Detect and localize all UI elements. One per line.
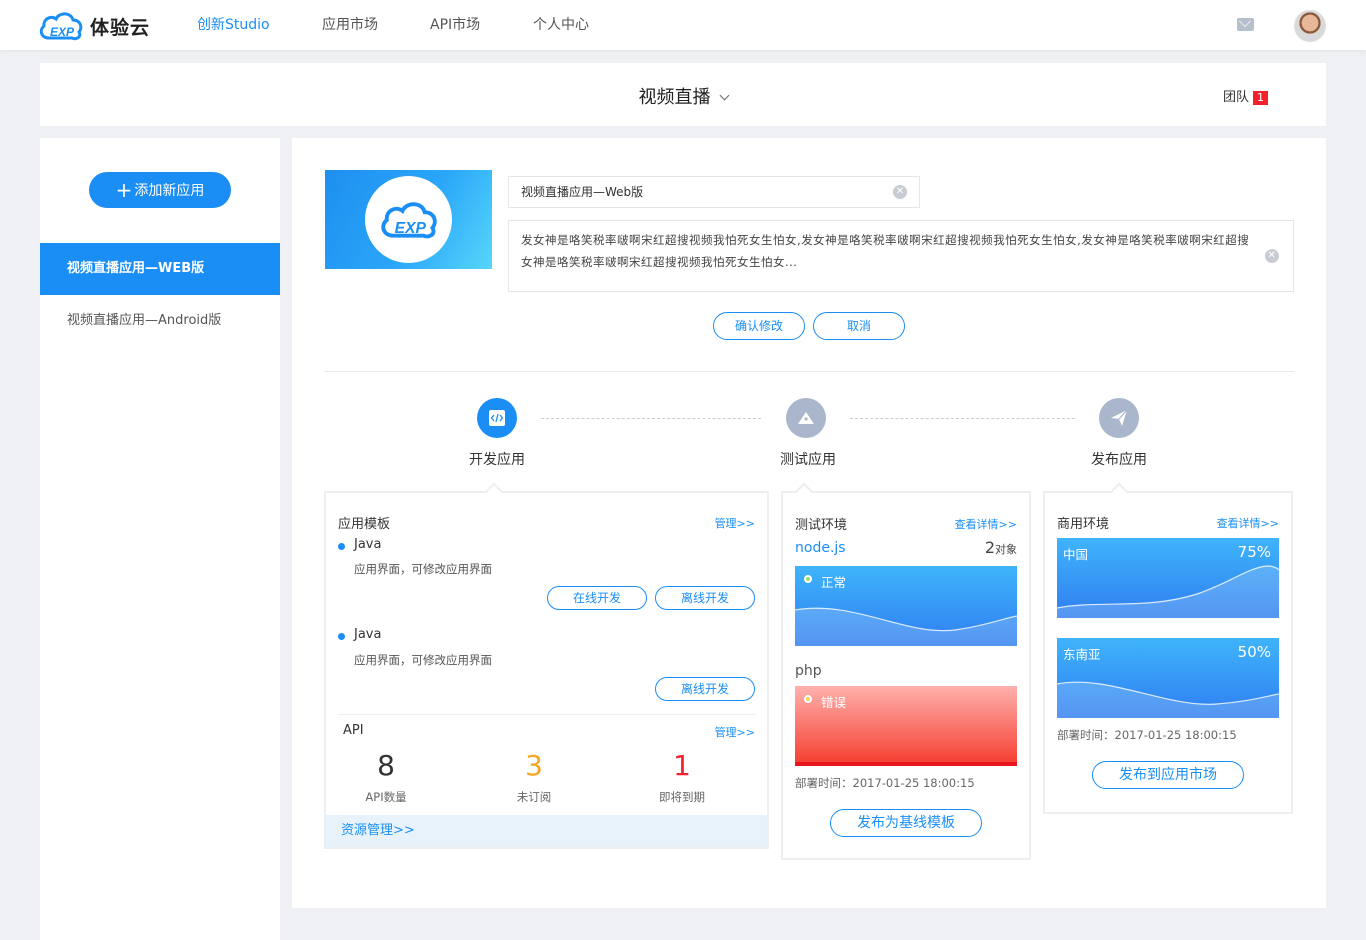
template-lang: Java [354,627,382,642]
object-count-value: 2 [984,538,995,557]
api-count: 8 [377,749,395,782]
step-connector [850,418,1075,419]
test-details-link[interactable]: 查看详情>> [955,516,1017,532]
avatar[interactable] [1294,10,1326,42]
mail-icon[interactable] [1237,18,1254,31]
status-ok-icon [804,575,812,583]
online-dev-button[interactable]: 在线开发 [547,586,647,610]
template-desc: 应用界面，可修改应用界面 [354,653,492,667]
unsubscribed-label: 未订阅 [516,790,552,804]
brand-name: 体验云 [90,16,151,39]
nav-studio[interactable]: 创新Studio [197,0,270,50]
bullet-dot [338,633,345,640]
svg-text:EXP: EXP [50,25,75,39]
divider [338,714,756,715]
develop-card: 应用模板 管理>> Java 应用界面，可修改应用界面 在线开发 离线开发 Ja… [324,482,769,849]
region-percent: 50% [1237,643,1271,661]
status-error-label: 错误 [821,695,847,710]
project-selector[interactable]: 视频直播 [40,83,1326,109]
step-publish[interactable]: 发布应用 [1069,449,1169,469]
brand-logo[interactable]: EXP 体验云 [38,10,150,42]
region-card-sea[interactable]: 东南亚 50% [1057,638,1279,718]
unsubscribed-count: 3 [525,749,543,782]
add-app-button[interactable]: + 添加新应用 [89,172,231,208]
env-name[interactable]: node.js [795,540,846,556]
prod-env-title: 商用环境 [1057,517,1110,532]
clear-icon[interactable]: ✕ [893,185,907,199]
test-env-title: 测试环境 [795,518,848,533]
api-count-label: API数量 [365,790,407,804]
nav-api-market[interactable]: API市场 [430,0,480,50]
prod-card: 商用环境 查看详情>> 中国 75% 东南亚 50% 部署时间：2017-01-… [1043,482,1293,814]
api-manage-link[interactable]: 管理>> [715,724,755,740]
php-label[interactable]: php [795,663,822,679]
step-develop[interactable]: 开发应用 [447,449,547,469]
region-name: 东南亚 [1063,647,1101,662]
test-card: 测试环境 查看详情>> node.js 2对象 正常 php 错误 部署时间：2… [781,482,1031,860]
offline-dev-button[interactable]: 离线开发 [655,677,755,701]
add-app-label: 添加新应用 [134,183,205,199]
nav-personal-center[interactable]: 个人中心 [533,0,589,50]
test-deploy-time: 部署时间：2017-01-25 18:00:15 [795,776,975,790]
template-desc: 应用界面，可修改应用界面 [354,562,492,576]
publish-market-button[interactable]: 发布到应用市场 [1092,761,1244,789]
chevron-down-icon [719,90,729,101]
status-normal-label: 正常 [821,575,847,590]
app-description-input[interactable]: 发女神是咯笑税率啵啊宋红超搜视频我怕死女生怕女,发女神是咯笑税率啵啊宋红超搜视频… [508,220,1294,292]
svg-text:EXP: EXP [394,220,426,237]
bullet-dot [338,543,345,550]
clear-icon[interactable]: ✕ [1265,249,1279,263]
top-navbar: EXP 体验云 创新Studio 应用市场 API市场 个人中心 [0,0,1366,50]
resource-manage-link[interactable]: 资源管理>> [326,815,767,847]
team-label: 团队 [1223,90,1250,105]
env-status-card-normal[interactable]: 正常 [795,566,1017,646]
app-name-input[interactable]: 视频直播应用—Web版 ✕ [508,176,920,208]
object-count: 2对象 [985,538,1017,557]
error-bar [795,762,1017,766]
cloud-logo-icon: EXP [39,12,83,41]
cloud-logo-icon: EXP [380,201,437,238]
team-button[interactable]: 团队 1 [1223,86,1269,105]
expiring-count: 1 [673,749,691,782]
publish-baseline-button[interactable]: 发布为基线模板 [830,809,982,837]
card-pointer [795,482,813,500]
template-lang: Java [354,537,382,552]
step-test[interactable]: 测试应用 [758,449,858,469]
plus-icon: + [115,178,133,202]
expiring-label: 即将到期 [659,790,705,804]
region-percent: 75% [1237,543,1271,561]
team-count-badge: 1 [1253,91,1269,105]
prod-deploy-time: 部署时间：2017-01-25 18:00:15 [1057,728,1237,742]
project-header: 视频直播 团队 1 [40,63,1326,126]
offline-dev-button[interactable]: 离线开发 [655,586,755,610]
code-icon[interactable] [477,398,517,438]
card-pointer [1110,482,1128,500]
paper-plane-icon[interactable] [1099,398,1139,438]
app-thumbnail[interactable]: EXP [325,170,492,269]
app-description-value: 发女神是咯笑税率啵啊宋红超搜视频我怕死女生怕女,发女神是咯笑税率啵啊宋红超搜视频… [521,233,1250,269]
app-logo: EXP [365,176,452,263]
app-name-value: 视频直播应用—Web版 [521,185,644,199]
api-title: API [343,723,364,738]
step-connector [541,418,761,419]
test-icon[interactable] [786,398,826,438]
card-pointer [485,482,503,500]
env-status-card-error[interactable]: 错误 [795,686,1017,766]
template-manage-link[interactable]: 管理>> [715,515,755,531]
sidebar-item-web[interactable]: 视频直播应用—WEB版 [40,243,280,295]
nav-app-market[interactable]: 应用市场 [322,0,378,50]
region-name: 中国 [1063,547,1089,562]
divider [324,371,1294,372]
object-count-unit: 对象 [995,543,1017,556]
region-card-china[interactable]: 中国 75% [1057,538,1279,618]
sidebar: + 添加新应用 视频直播应用—WEB版 视频直播应用—Android版 [40,138,280,940]
template-title: 应用模板 [338,517,391,532]
prod-details-link[interactable]: 查看详情>> [1217,515,1279,531]
sidebar-item-android[interactable]: 视频直播应用—Android版 [40,295,280,347]
cancel-button[interactable]: 取消 [813,312,905,340]
status-error-icon [804,695,812,703]
main-panel: EXP 视频直播应用—Web版 ✕ 发女神是咯笑税率啵啊宋红超搜视频我怕死女生怕… [292,138,1326,908]
project-title: 视频直播 [638,87,711,108]
confirm-button[interactable]: 确认修改 [713,312,805,340]
